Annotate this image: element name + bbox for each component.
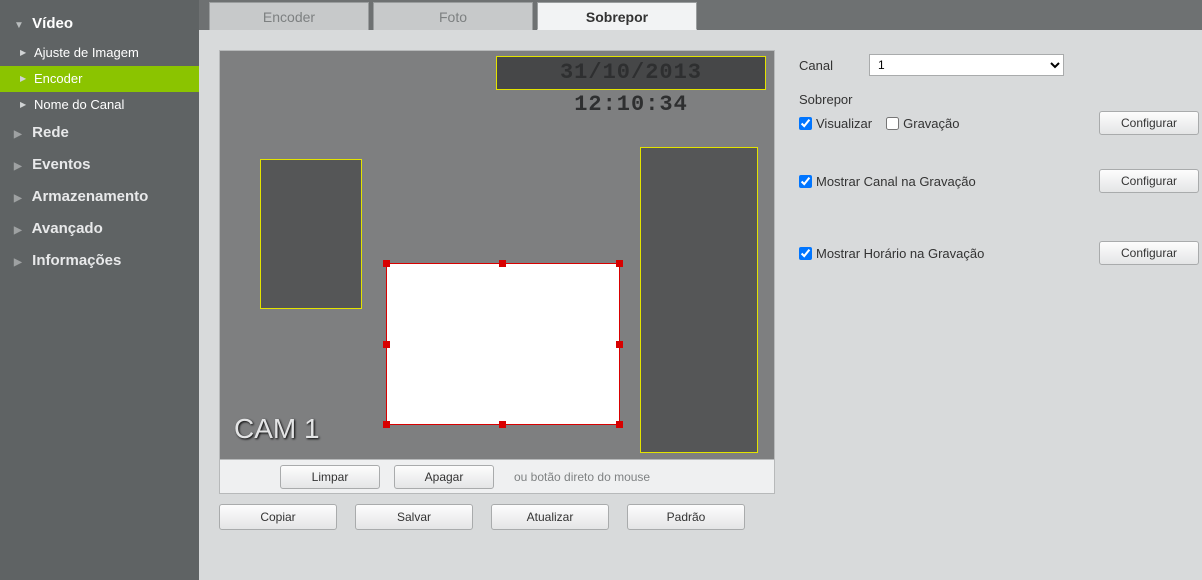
- show-channel-label: Mostrar Canal na Gravação: [816, 174, 976, 189]
- preview-wrap: 31/10/2013 12:10:34 CAM 1: [219, 50, 775, 530]
- panel: 31/10/2013 12:10:34 CAM 1: [199, 30, 1202, 580]
- sidebar: ▼ Vídeo Ajuste de Imagem Encoder Nome do…: [0, 0, 199, 580]
- tab-foto[interactable]: Foto: [373, 2, 533, 30]
- save-button[interactable]: Salvar: [355, 504, 473, 530]
- settings-column: Canal 1 Sobrepor Visualizar Gravação Con…: [799, 50, 1184, 265]
- resize-handle-w[interactable]: [383, 341, 390, 348]
- resize-handle-se[interactable]: [616, 421, 623, 428]
- resize-handle-nw[interactable]: [383, 260, 390, 267]
- resize-handle-e[interactable]: [616, 341, 623, 348]
- nav-rede[interactable]: ▶ Rede: [0, 118, 199, 150]
- resize-handle-s[interactable]: [499, 421, 506, 428]
- show-channel-checkbox[interactable]: [799, 175, 812, 188]
- resize-handle-ne[interactable]: [616, 260, 623, 267]
- nav-sub-ajuste[interactable]: Ajuste de Imagem: [0, 40, 199, 66]
- show-time-label: Mostrar Horário na Gravação: [816, 246, 984, 261]
- nav-informacoes[interactable]: ▶ Informações: [0, 246, 199, 278]
- osd-timestamp[interactable]: 31/10/2013 12:10:34: [496, 56, 766, 90]
- overlay-section-title: Sobrepor: [799, 92, 1184, 107]
- tab-sobrepor-label: Sobrepor: [586, 9, 648, 25]
- record-checkbox-label: Gravação: [903, 116, 959, 131]
- clear-button[interactable]: Limpar: [280, 465, 380, 489]
- show-channel-row: Mostrar Canal na Gravação Configurar: [799, 169, 1199, 193]
- channel-row: Canal 1: [799, 52, 1184, 78]
- chevron-right-icon: ▶: [14, 152, 24, 182]
- copy-button[interactable]: Copiar: [219, 504, 337, 530]
- erase-button[interactable]: Apagar: [394, 465, 494, 489]
- nav-sub-ajuste-label: Ajuste de Imagem: [34, 45, 139, 60]
- nav-informacoes-label: Informações: [32, 252, 121, 269]
- view-checkbox-label: Visualizar: [816, 116, 872, 131]
- nav-sub-encoder[interactable]: Encoder: [0, 66, 199, 92]
- refresh-button[interactable]: Atualizar: [491, 504, 609, 530]
- record-checkbox[interactable]: [886, 117, 899, 130]
- mask-region-2[interactable]: [640, 147, 758, 453]
- channel-select[interactable]: 1: [869, 54, 1064, 76]
- nav-video-label: Vídeo: [32, 15, 73, 32]
- chevron-right-icon: ▶: [14, 248, 24, 278]
- chevron-right-icon: ▶: [14, 120, 24, 150]
- chevron-right-icon: ▶: [14, 216, 24, 246]
- resize-handle-sw[interactable]: [383, 421, 390, 428]
- nav-sub-nome-label: Nome do Canal: [34, 97, 124, 112]
- nav-avancado-label: Avançado: [32, 220, 103, 237]
- preview-toolbar: Limpar Apagar ou botão direto do mouse: [219, 460, 775, 494]
- tab-foto-label: Foto: [439, 9, 467, 25]
- show-time-checkbox[interactable]: [799, 247, 812, 260]
- tab-sobrepor[interactable]: Sobrepor: [537, 2, 697, 30]
- view-checkbox[interactable]: [799, 117, 812, 130]
- nav-sub-encoder-label: Encoder: [34, 71, 82, 86]
- nav-armazenamento[interactable]: ▶ Armazenamento: [0, 182, 199, 214]
- mask-region-selected[interactable]: [386, 263, 620, 425]
- time-configure-button[interactable]: Configurar: [1099, 241, 1199, 265]
- chevron-right-icon: ▶: [14, 184, 24, 214]
- main: Encoder Foto Sobrepor 31/10/2013 12:10:3…: [199, 0, 1202, 580]
- nav-rede-label: Rede: [32, 124, 69, 141]
- overlay-configure-button[interactable]: Configurar: [1099, 111, 1199, 135]
- default-button[interactable]: Padrão: [627, 504, 745, 530]
- toolbar-hint: ou botão direto do mouse: [514, 470, 650, 484]
- channel-configure-button[interactable]: Configurar: [1099, 169, 1199, 193]
- tab-encoder-label: Encoder: [263, 9, 315, 25]
- show-time-row: Mostrar Horário na Gravação Configurar: [799, 241, 1199, 265]
- bottom-buttons: Copiar Salvar Atualizar Padrão: [219, 504, 775, 530]
- nav-sub-nome[interactable]: Nome do Canal: [0, 92, 199, 118]
- overlay-options-row: Visualizar Gravação Configurar: [799, 111, 1199, 135]
- channel-label: Canal: [799, 58, 869, 73]
- chevron-down-icon: ▼: [14, 12, 24, 40]
- tab-bar: Encoder Foto Sobrepor: [199, 0, 1202, 30]
- nav-avancado[interactable]: ▶ Avançado: [0, 214, 199, 246]
- osd-camera-label[interactable]: CAM 1: [234, 413, 320, 445]
- video-preview[interactable]: 31/10/2013 12:10:34 CAM 1: [219, 50, 775, 460]
- nav-video[interactable]: ▼ Vídeo: [0, 0, 199, 40]
- nav-eventos-label: Eventos: [32, 156, 90, 173]
- mask-region-1[interactable]: [260, 159, 362, 309]
- resize-handle-n[interactable]: [499, 260, 506, 267]
- nav-eventos[interactable]: ▶ Eventos: [0, 150, 199, 182]
- nav-armazenamento-label: Armazenamento: [32, 188, 149, 205]
- tab-encoder[interactable]: Encoder: [209, 2, 369, 30]
